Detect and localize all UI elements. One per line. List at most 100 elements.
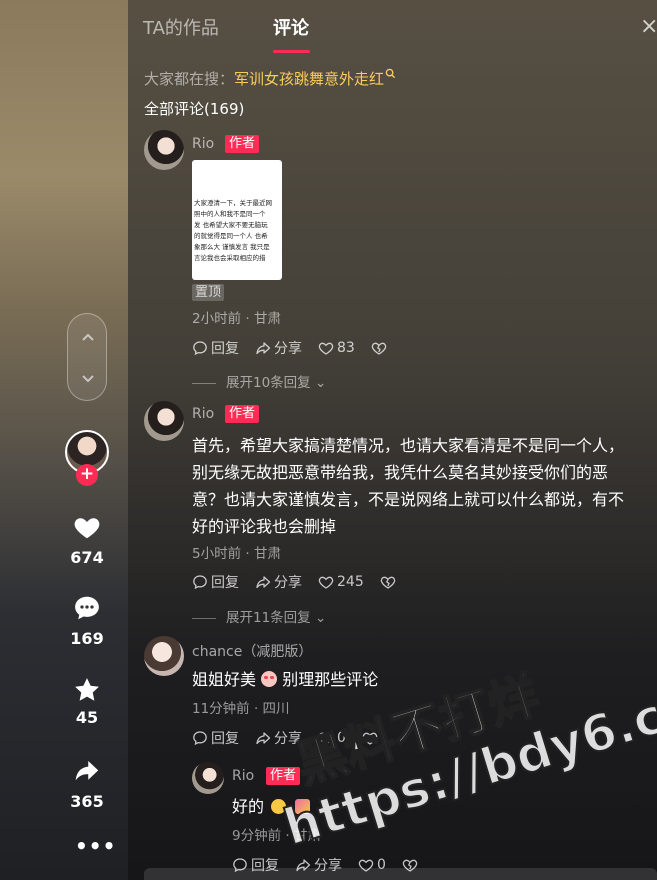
broken-heart-icon (380, 576, 395, 589)
favorite-button[interactable]: 45 (62, 675, 112, 727)
expand-replies-button[interactable]: 展开10条回复 ⌄ (192, 371, 326, 391)
comment-text: 姐姐好美 别理那些评论 (192, 666, 378, 693)
comment-username[interactable]: Rio (232, 768, 254, 784)
comment-text: 好的 (232, 793, 311, 820)
image-text-line: 言论我也会采取相应的措 (194, 254, 266, 262)
share-icon (256, 342, 271, 355)
comment-image[interactable]: 大家澄清一下，关于最近网 照中的人和我不是同一个 发 也希望大家不要无脑玩 的就… (192, 160, 282, 280)
reply-button[interactable]: 回复 (192, 338, 239, 358)
reply-bubble-icon (193, 341, 207, 356)
comment-meta: 2小时前 · 甘肃 (192, 311, 281, 327)
pinned-tag: 置顶 (192, 284, 225, 301)
comment-text-suffix: 别理那些评论 (282, 670, 379, 689)
reply-button[interactable]: 回复 (192, 572, 239, 592)
crying-emoji-icon (271, 799, 287, 814)
author-badge: 作者 (225, 405, 260, 423)
star-icon (75, 678, 99, 701)
share-icon (256, 732, 271, 745)
comment-text-line: 别无缘无故把恶意带给我，我凭什么莫名其妙接受你们的恶 (192, 463, 609, 482)
reply-button[interactable]: 回复 (192, 728, 239, 748)
share-button[interactable]: 365 (62, 756, 112, 811)
favorite-count: 45 (75, 708, 99, 727)
search-suggestion[interactable]: 大家都在搜：军训女孩跳舞意外走红 (144, 68, 396, 89)
expand-replies-label: 展开10条回复 (226, 375, 311, 391)
image-text-line: 象那么大 谨慎发言 我只是 (194, 243, 270, 251)
comment-actions: 回复 分享 245 (192, 572, 396, 592)
close-icon[interactable]: × (640, 14, 657, 39)
comment-text-line: 好的评论我也会删掉 (192, 517, 337, 536)
avatar[interactable] (192, 762, 224, 794)
like-comment-button[interactable]: 0 (318, 730, 346, 746)
comment-text-main: 姐姐好美 (192, 670, 257, 689)
expand-replies-label: 展开11条回复 (226, 610, 311, 626)
comment-meta: 11分钟前 · 四川 (192, 701, 290, 717)
image-text-line: 发 也希望大家不要无脑玩 (194, 221, 268, 229)
reply-bubble-icon (193, 575, 207, 590)
avatar[interactable] (144, 130, 184, 170)
share-arrow-icon (75, 761, 99, 781)
more-options-icon[interactable]: ••• (75, 834, 116, 858)
comment-bubble-icon (75, 596, 99, 620)
video-nav-pill[interactable] (67, 313, 107, 401)
comment-actions: 回复 分享 0 (192, 728, 378, 748)
comment-text-line: 意？也请大家谨慎发言，不是说网络上就可以什么都说，有不 (192, 490, 625, 509)
tab-comments[interactable]: 评论 (273, 14, 309, 40)
active-tab-indicator (273, 50, 310, 53)
share-icon (256, 576, 271, 589)
comment-text: 首先，希望大家搞清楚情况，也请大家看清是不是同一个人， 别无缘无故把恶意带给我，… (192, 432, 624, 540)
comment-username[interactable]: chance（减肥版） (192, 641, 312, 661)
chevron-up-icon[interactable] (80, 330, 96, 346)
comment-actions: 回复 分享 83 (192, 338, 387, 358)
video-background (0, 0, 128, 880)
share-count: 365 (70, 792, 104, 811)
like-count: 674 (70, 548, 104, 567)
comment-button[interactable]: 169 (62, 593, 112, 648)
dislike-button[interactable] (371, 340, 387, 356)
share-comment-button[interactable]: 分享 (255, 728, 302, 748)
follow-plus-button[interactable]: + (76, 464, 98, 486)
chevron-down-icon: ⌄ (310, 610, 327, 626)
comments-count-header: 全部评论(169) (144, 100, 245, 118)
reply-bubble-icon (193, 731, 207, 746)
share-label: 分享 (274, 341, 302, 357)
comment-username[interactable]: Rio (192, 136, 214, 152)
like-count: 83 (337, 340, 355, 356)
heart-outline-icon (318, 576, 334, 589)
share-comment-button[interactable]: 分享 (255, 338, 302, 358)
search-icon (385, 68, 396, 79)
comment-input-bar[interactable] (144, 868, 657, 880)
like-comment-button[interactable]: 83 (318, 340, 355, 356)
reply-label: 回复 (211, 731, 239, 747)
heart-icon (74, 518, 100, 539)
like-count: 0 (337, 730, 346, 746)
reply-label: 回复 (211, 341, 239, 357)
tab-works[interactable]: TA的作品 (143, 14, 219, 40)
share-label: 分享 (274, 575, 302, 591)
heart-outline-icon (318, 342, 334, 355)
like-button[interactable]: 674 (62, 512, 112, 567)
comment-meta: 9分钟前 · 甘肃 (232, 828, 321, 844)
expand-replies-button[interactable]: 展开11条回复 ⌄ (192, 606, 326, 626)
share-comment-button[interactable]: 分享 (255, 572, 302, 592)
comment-count: 169 (70, 629, 104, 648)
search-suggestion-term[interactable]: 军训女孩跳舞意外走红 (234, 70, 384, 88)
blush-emoji-icon (261, 671, 278, 687)
broken-heart-icon (371, 342, 387, 355)
avatar[interactable] (144, 401, 184, 441)
chevron-down-icon: ⌄ (310, 375, 327, 391)
comment-text-line: 首先，希望大家搞清楚情况，也请大家看清是不是同一个人， (192, 436, 625, 455)
comment-username[interactable]: Rio (192, 406, 214, 422)
dislike-button[interactable] (362, 730, 378, 746)
image-text-line: 的就觉得是同一个人 也希 (194, 232, 268, 240)
reply-label: 回复 (211, 575, 239, 591)
heart-outline-icon (318, 732, 334, 745)
party-emoji-icon (295, 799, 311, 814)
chevron-down-icon[interactable] (80, 370, 96, 386)
like-comment-button[interactable]: 245 (318, 574, 364, 590)
image-text-line: 照中的人和我不是同一个 (194, 210, 266, 218)
dislike-button[interactable] (380, 574, 396, 590)
avatar[interactable] (144, 636, 184, 676)
author-badge: 作者 (266, 767, 301, 785)
comment-text-main: 好的 (232, 797, 265, 816)
share-label: 分享 (274, 731, 302, 747)
